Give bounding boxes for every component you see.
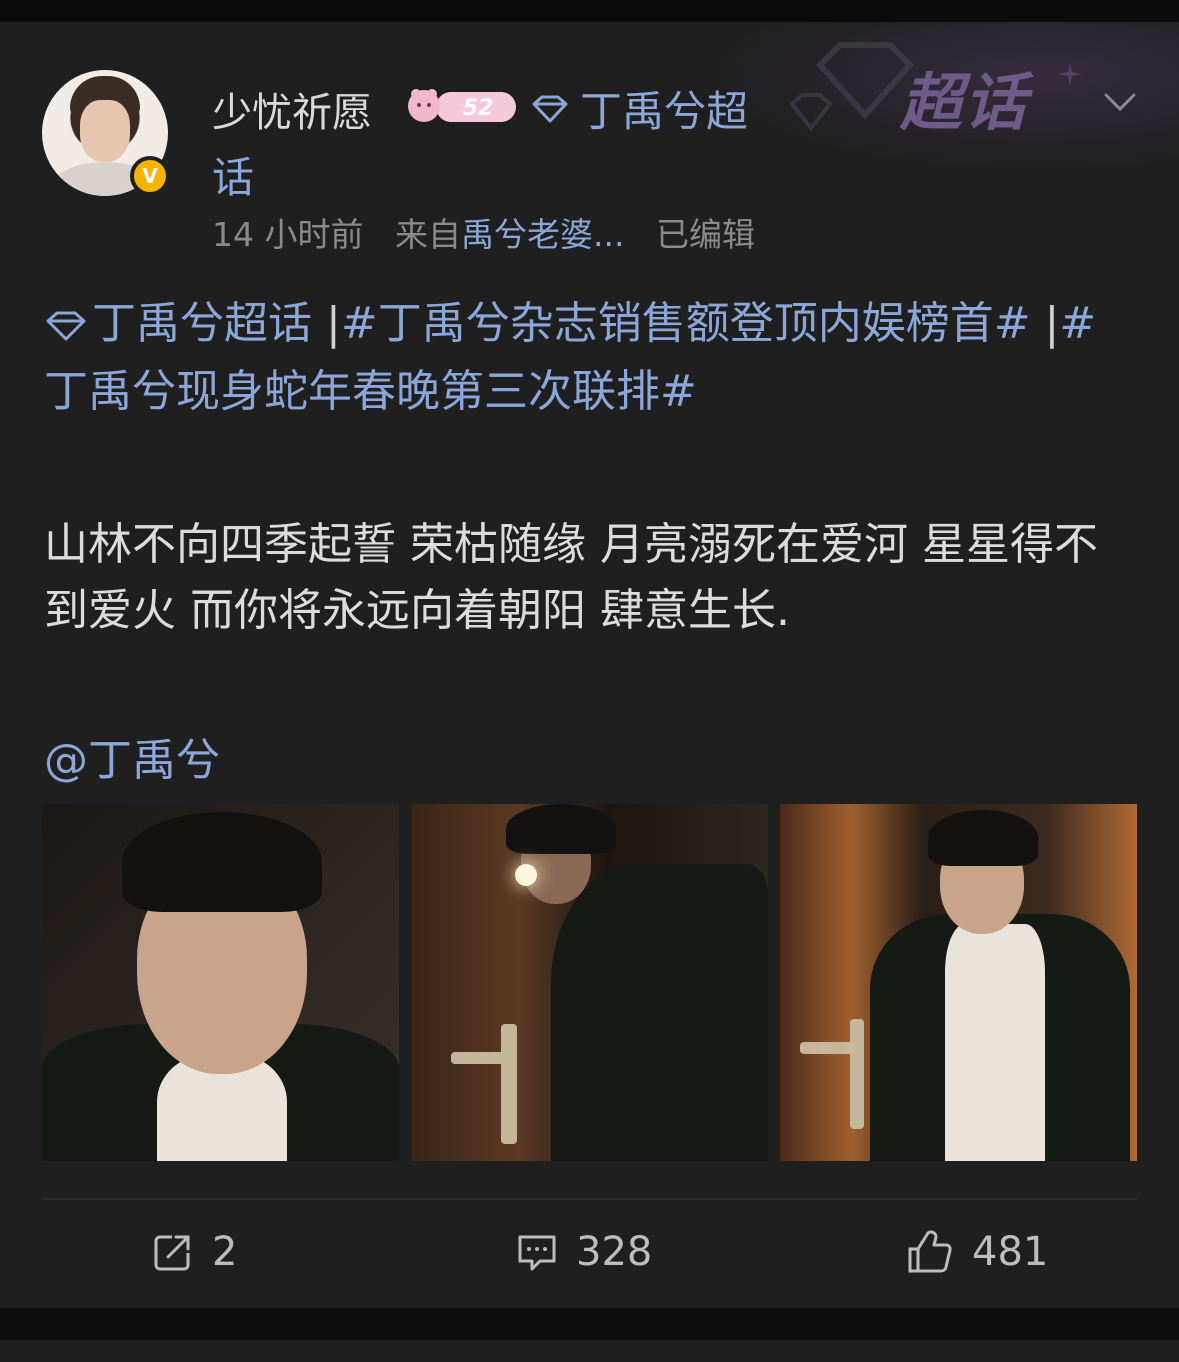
supertopic-decor-text: 超话 <box>900 66 1029 139</box>
post-image-2[interactable] <box>411 804 768 1161</box>
post-body: 山林不向四季起誓 荣枯随缘 月亮溺死在爱河 星星得不到爱火 而你将永远向着朝阳 … <box>44 519 1098 636</box>
sparkle-icon <box>1058 62 1082 86</box>
comment-count: 328 <box>576 1229 653 1275</box>
mention-link[interactable]: @丁禹兮 <box>44 724 220 788</box>
share-button[interactable]: 2 <box>152 1222 237 1282</box>
fan-level-badge: 52 <box>408 89 516 122</box>
post-card[interactable]: 超话 V 少忧祈愿 52 丁禹兮超 话 14 小时前 来自禹兮老婆... 已编辑 <box>0 22 1179 1308</box>
tag-separator: | <box>1030 298 1060 349</box>
like-button[interactable]: 481 <box>906 1222 1048 1282</box>
supertopic-tag[interactable]: 丁禹兮超话 <box>44 298 326 349</box>
fan-level-number: 52 <box>463 96 494 121</box>
post-meta: 14 小时前 来自禹兮老婆... 已编辑 <box>212 208 755 256</box>
post-image-1[interactable] <box>42 804 399 1161</box>
hashtag-1[interactable]: #丁禹兮杂志销售额登顶内娱榜首# <box>341 298 1031 349</box>
decor-small-diamond-icon <box>789 93 833 132</box>
edited-label: 已编辑 <box>655 215 755 254</box>
feed-separator <box>0 1308 1179 1340</box>
supertopic-name-cont[interactable]: 话 <box>212 144 254 205</box>
verified-badge: V <box>130 156 170 196</box>
post-time: 14 小时前 <box>212 215 364 254</box>
post-image-3[interactable] <box>780 804 1137 1161</box>
supertopic-tag-label: 丁禹兮超话 <box>92 298 312 349</box>
diamond-icon <box>46 311 86 341</box>
source-prefix: 来自 <box>394 215 461 254</box>
like-count: 481 <box>972 1229 1049 1275</box>
chevron-down-icon[interactable] <box>1098 80 1142 124</box>
share-count: 2 <box>212 1229 238 1275</box>
supertopic-name: 丁禹兮超 <box>580 87 749 136</box>
post-source[interactable]: 禹兮老婆... <box>461 215 624 254</box>
comment-button[interactable]: 328 <box>516 1222 652 1282</box>
top-strip <box>0 0 1179 22</box>
like-icon <box>908 1230 952 1273</box>
comment-icon <box>518 1235 556 1271</box>
post-tags: 丁禹兮超话 |#丁禹兮杂志销售额登顶内娱榜首# |#丁禹兮现身蛇年春晚第三次联排… <box>44 290 1134 426</box>
username[interactable]: 少忧祈愿 <box>212 80 372 138</box>
share-icon <box>154 1235 190 1271</box>
action-divider <box>42 1198 1137 1200</box>
supertopic-link[interactable]: 丁禹兮超 <box>530 78 748 139</box>
diamond-icon <box>532 95 568 122</box>
tag-separator: | <box>326 298 341 349</box>
next-card-edge <box>0 1340 1179 1362</box>
